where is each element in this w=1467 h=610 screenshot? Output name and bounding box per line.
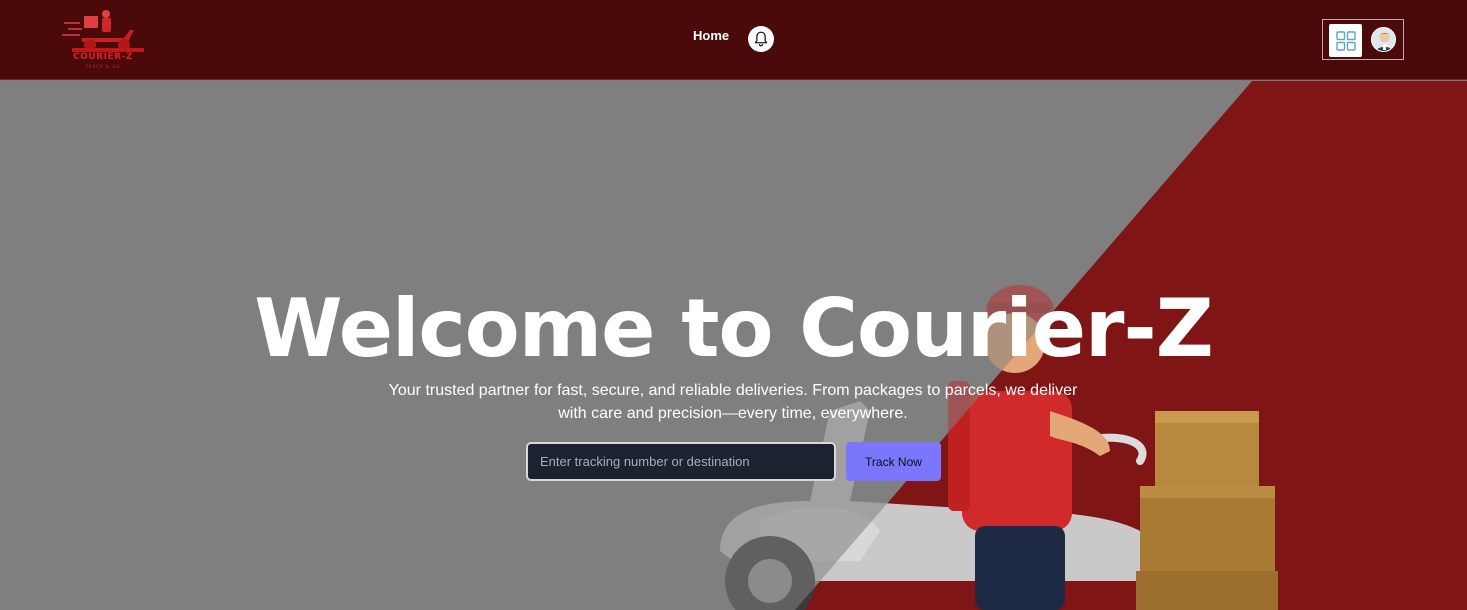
notifications-button[interactable]: [748, 26, 774, 52]
nav-home-link[interactable]: Home: [693, 28, 729, 43]
delivery-scooter-logo-icon: [62, 10, 144, 52]
logo-wordmark: COURIER-Z: [73, 52, 133, 62]
hero-section: Welcome to Courier-Z Your trusted partne…: [0, 81, 1467, 610]
top-navbar: COURIER-Z TRACK & GO Home: [0, 0, 1467, 80]
courier-z-logo[interactable]: COURIER-Z TRACK & GO: [62, 8, 144, 72]
apps-button[interactable]: [1329, 24, 1362, 57]
bell-icon: [754, 31, 768, 47]
parcel-boxes-illustration: [1136, 411, 1278, 610]
logo-tagline: TRACK & GO: [85, 64, 121, 69]
profile-avatar[interactable]: [1371, 27, 1396, 52]
track-now-button[interactable]: Track Now: [846, 442, 941, 481]
user-avatar-icon: [1372, 28, 1395, 51]
apps-grid-icon: [1335, 30, 1356, 51]
tracking-search-input[interactable]: [526, 442, 836, 481]
hero-title: Welcome to Courier-Z: [254, 282, 1213, 375]
hero-subtitle: Your trusted partner for fast, secure, a…: [388, 382, 1078, 422]
user-menu: [1322, 19, 1404, 60]
